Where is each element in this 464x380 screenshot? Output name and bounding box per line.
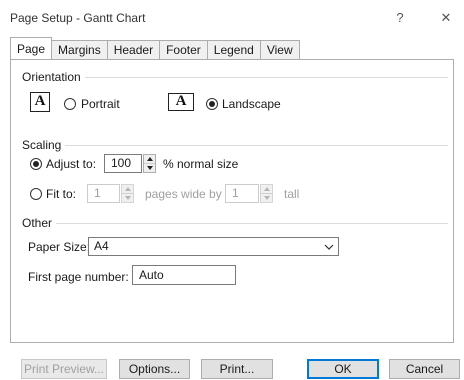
spin-up-icon[interactable] — [122, 185, 133, 194]
options-button[interactable]: Options... — [119, 359, 190, 379]
tab-page[interactable]: Page — [10, 37, 53, 59]
other-group-label: Other — [22, 216, 57, 230]
spin-down-icon[interactable] — [261, 194, 272, 202]
tab-margins[interactable]: Margins — [51, 40, 108, 59]
landscape-page-icon: A — [168, 93, 194, 111]
normal-size-label: % normal size — [163, 157, 239, 171]
portrait-page-icon: A — [30, 92, 50, 112]
paper-size-value: A4 — [94, 239, 109, 253]
pages-tall-label: tall — [284, 187, 300, 201]
orientation-divider — [22, 77, 448, 78]
first-page-number-input[interactable]: Auto — [132, 265, 236, 285]
paper-size-select[interactable]: A4 — [88, 237, 339, 256]
pages-tall-input[interactable]: 1 — [225, 184, 259, 203]
adjust-to-label[interactable]: Adjust to: — [46, 157, 96, 171]
spin-up-icon[interactable] — [144, 155, 155, 164]
pages-wide-spinner[interactable] — [121, 184, 134, 203]
adjust-to-spinner[interactable] — [143, 154, 156, 173]
spin-down-icon[interactable] — [144, 164, 155, 172]
close-button[interactable]: ✕ — [432, 6, 460, 30]
other-divider — [22, 223, 448, 224]
tab-legend[interactable]: Legend — [206, 40, 261, 59]
landscape-label[interactable]: Landscape — [222, 97, 281, 111]
cancel-button[interactable]: Cancel — [389, 359, 460, 379]
portrait-radio[interactable] — [64, 98, 76, 110]
tab-strip: Page Margins Header Footer Legend View — [10, 37, 300, 59]
scaling-divider — [22, 145, 448, 146]
landscape-radio[interactable] — [206, 98, 218, 110]
pages-wide-input[interactable]: 1 — [87, 184, 120, 203]
spin-up-icon[interactable] — [261, 185, 272, 194]
ok-button[interactable]: OK — [307, 359, 379, 379]
portrait-label[interactable]: Portrait — [81, 97, 120, 111]
chevron-down-icon[interactable] — [324, 241, 334, 258]
tab-header[interactable]: Header — [106, 40, 161, 59]
orientation-group-label: Orientation — [22, 70, 85, 84]
adjust-to-input[interactable]: 100 — [104, 154, 142, 173]
adjust-to-radio[interactable] — [30, 158, 42, 170]
tab-view[interactable]: View — [259, 40, 300, 59]
paper-size-label: Paper Size: — [28, 240, 91, 254]
pages-tall-spinner[interactable] — [260, 184, 273, 203]
print-button[interactable]: Print... — [201, 359, 273, 379]
window-title: Page Setup - Gantt Chart — [10, 11, 146, 25]
tab-footer[interactable]: Footer — [159, 40, 208, 59]
help-button[interactable]: ? — [386, 6, 414, 30]
fit-to-radio[interactable] — [30, 188, 42, 200]
scaling-group-label: Scaling — [22, 138, 66, 152]
first-page-number-label: First page number: — [28, 270, 129, 284]
spin-down-icon[interactable] — [122, 194, 133, 202]
print-preview-button[interactable]: Print Preview... — [21, 359, 107, 379]
pages-wide-label: pages wide by — [145, 187, 222, 201]
fit-to-label[interactable]: Fit to: — [46, 187, 76, 201]
